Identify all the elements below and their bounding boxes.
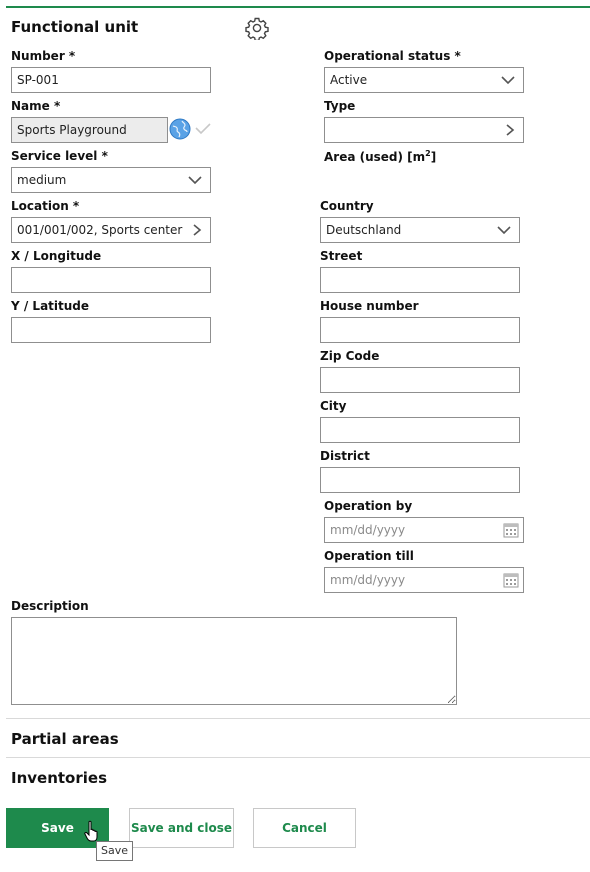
- location-value: 001/001/002, Sports center: [17, 223, 183, 237]
- number-value: SP-001: [17, 73, 59, 87]
- location-label: Location *: [11, 199, 80, 213]
- area-used-label: Area (used) [m2]: [324, 149, 436, 164]
- city-label: City: [320, 399, 347, 413]
- calendar-icon[interactable]: [503, 572, 519, 588]
- name-input[interactable]: Sports Playground: [11, 117, 168, 143]
- name-label: Name *: [11, 99, 61, 113]
- gear-icon[interactable]: [245, 16, 269, 42]
- street-label: Street: [320, 249, 363, 263]
- x-longitude-label: X / Longitude: [11, 249, 102, 263]
- y-latitude-label: Y / Latitude: [11, 299, 90, 313]
- hand-cursor-icon: [84, 820, 100, 842]
- check-icon[interactable]: [195, 121, 211, 135]
- save-and-close-button[interactable]: Save and close: [129, 808, 234, 848]
- house-number-input[interactable]: [320, 317, 520, 343]
- save-tooltip: Save: [96, 841, 134, 861]
- service-level-value: medium: [17, 173, 67, 187]
- operational-status-value: Active: [330, 73, 368, 87]
- number-input[interactable]: SP-001: [11, 67, 211, 93]
- partial-areas-section-header[interactable]: Partial areas: [11, 730, 119, 748]
- cancel-button[interactable]: Cancel: [253, 808, 356, 848]
- city-input[interactable]: [320, 417, 520, 443]
- x-longitude-input[interactable]: [11, 267, 211, 293]
- globe-icon[interactable]: [169, 118, 191, 140]
- operation-by-date-input[interactable]: mm/dd/yyyy: [324, 517, 524, 543]
- operational-status-label: Operational status *: [324, 49, 461, 63]
- house-number-label: House number: [320, 299, 419, 313]
- inventories-section-header[interactable]: Inventories: [11, 769, 107, 787]
- operation-by-placeholder: mm/dd/yyyy: [330, 523, 406, 537]
- country-label: Country: [320, 199, 374, 213]
- name-value: Sports Playground: [17, 123, 127, 137]
- chevron-right-icon: [506, 124, 515, 136]
- country-value: Deutschland: [326, 223, 402, 237]
- service-level-select[interactable]: medium: [11, 167, 211, 193]
- zip-code-input[interactable]: [320, 367, 520, 393]
- area-used-label-text: Area (used) [m: [324, 150, 426, 164]
- operational-status-select[interactable]: Active: [324, 67, 524, 93]
- calendar-icon[interactable]: [503, 522, 519, 538]
- area-used-label-tail: ]: [430, 150, 437, 164]
- chevron-right-icon: [193, 224, 202, 236]
- street-input[interactable]: [320, 267, 520, 293]
- operation-till-label: Operation till: [324, 549, 414, 563]
- type-label: Type: [324, 99, 356, 113]
- service-level-label: Service level *: [11, 149, 108, 163]
- page-title: Functional unit: [11, 18, 139, 36]
- country-select[interactable]: Deutschland: [320, 217, 520, 243]
- section-divider: [6, 757, 590, 758]
- number-label: Number *: [11, 49, 76, 63]
- y-latitude-input[interactable]: [11, 317, 211, 343]
- district-label: District: [320, 449, 370, 463]
- chevron-down-icon: [497, 226, 511, 235]
- description-label: Description: [11, 599, 89, 613]
- header-accent-line: [6, 6, 590, 8]
- description-textarea[interactable]: [11, 617, 457, 705]
- zip-code-label: Zip Code: [320, 349, 380, 363]
- operation-till-placeholder: mm/dd/yyyy: [330, 573, 406, 587]
- chevron-down-icon: [501, 76, 515, 85]
- location-picker[interactable]: 001/001/002, Sports center: [11, 217, 211, 243]
- section-divider: [6, 718, 590, 719]
- district-input[interactable]: [320, 467, 520, 493]
- chevron-down-icon: [188, 176, 202, 185]
- operation-till-date-input[interactable]: mm/dd/yyyy: [324, 567, 524, 593]
- operation-by-label: Operation by: [324, 499, 413, 513]
- type-picker[interactable]: [324, 117, 524, 143]
